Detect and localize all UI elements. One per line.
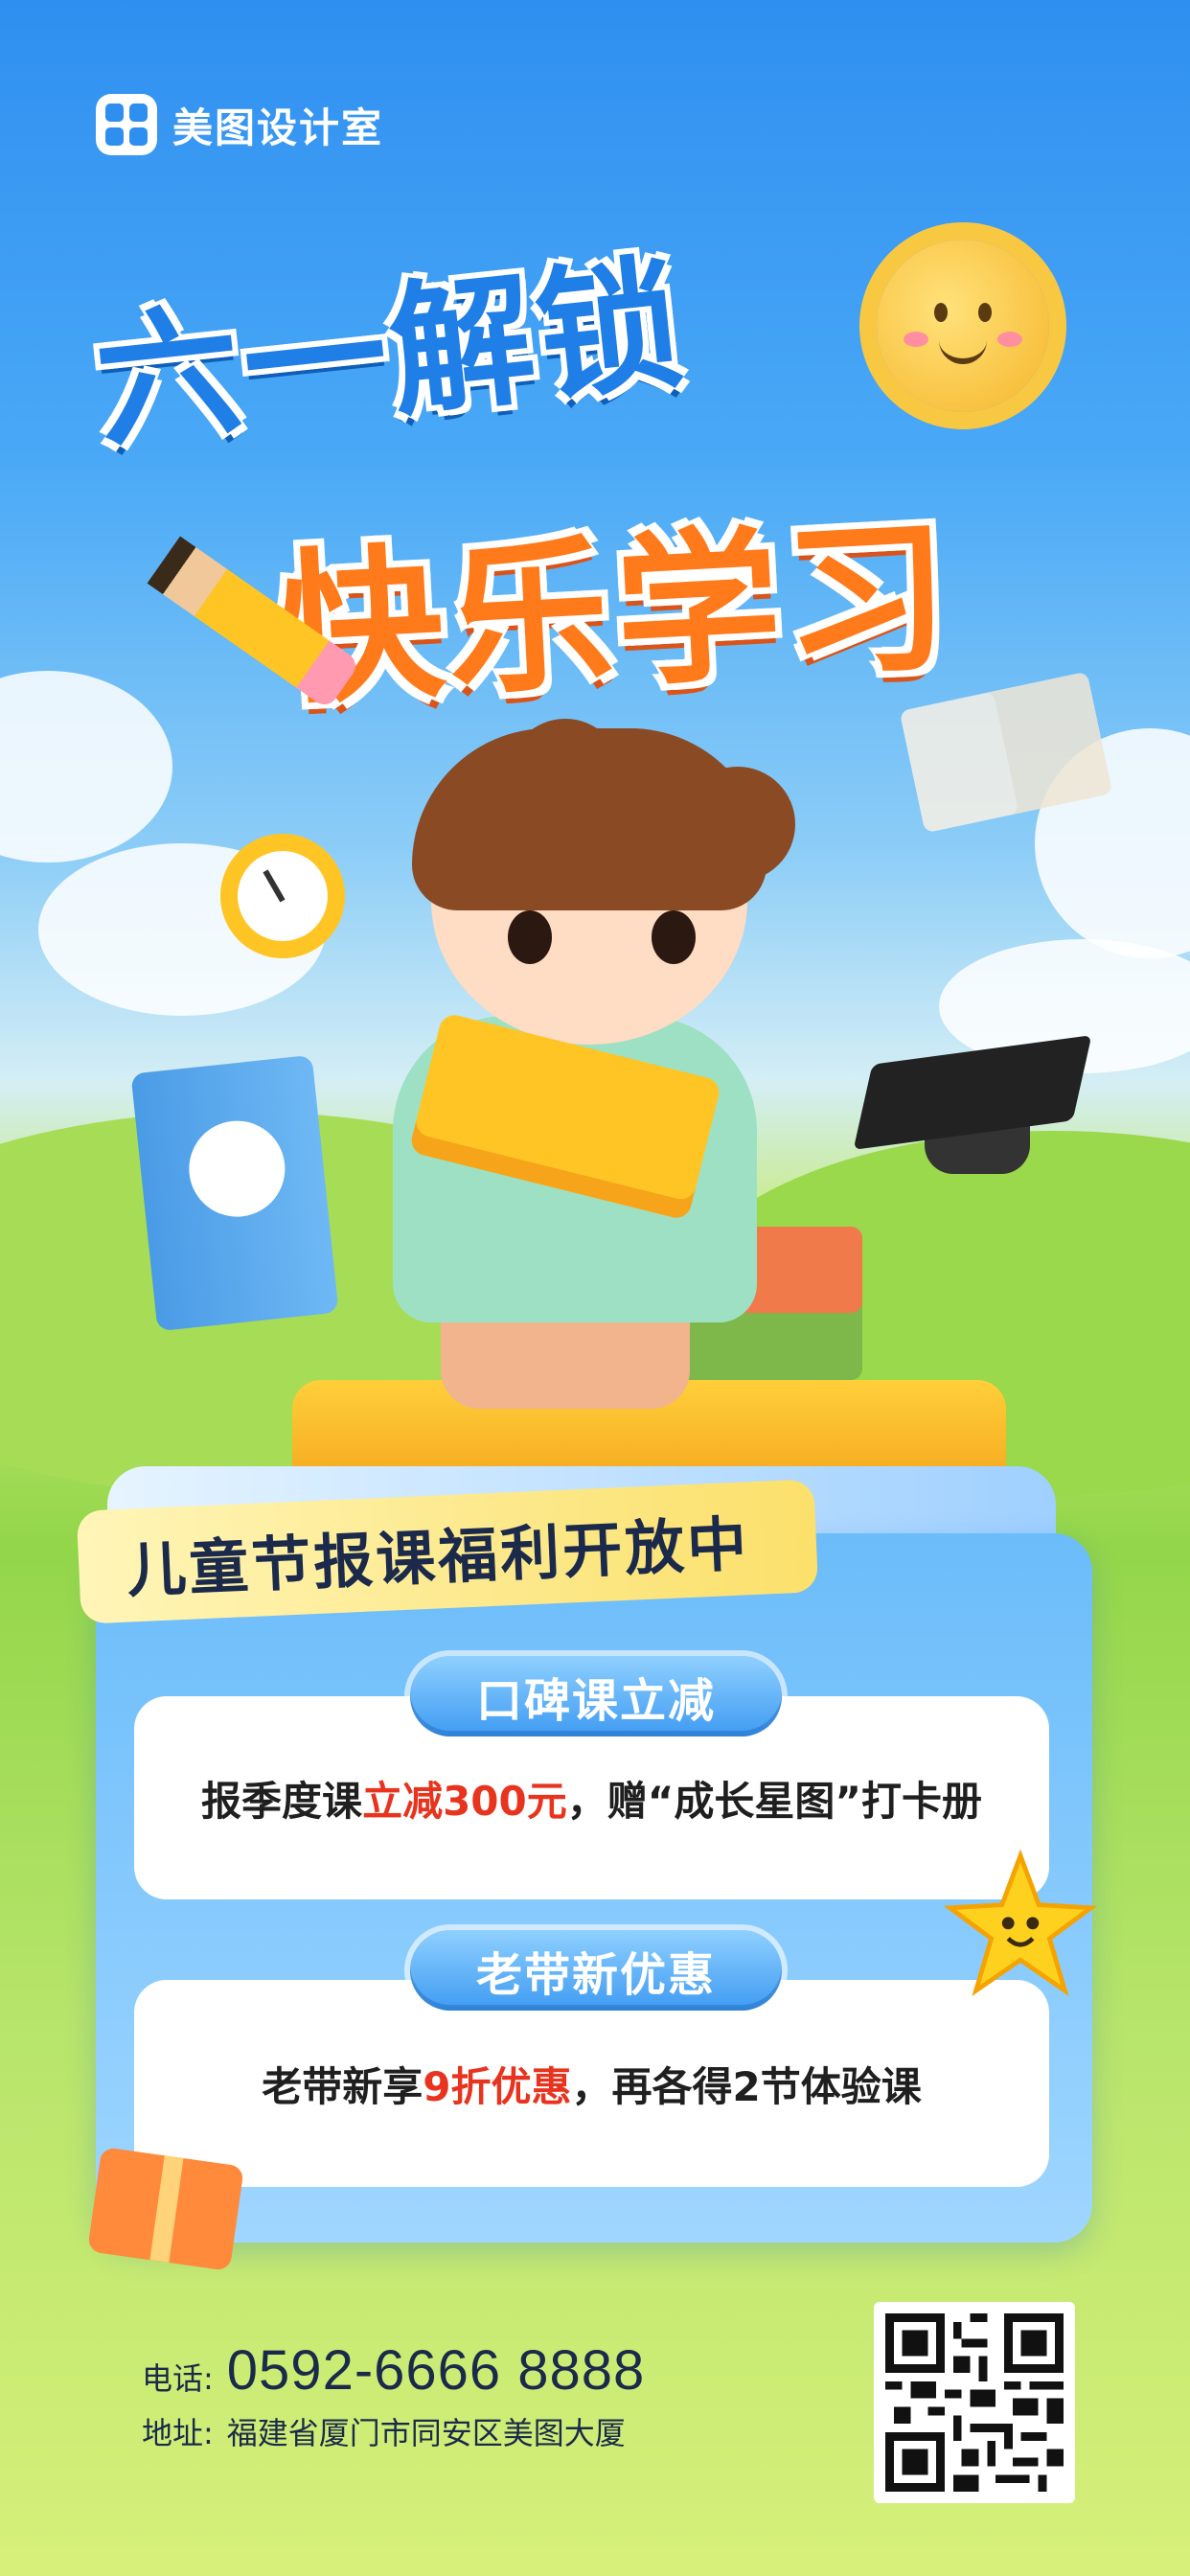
headline-line1: 六一解锁 — [88, 241, 694, 469]
cloud — [0, 671, 172, 862]
offer-tag-2: 老带新优惠 — [410, 1930, 782, 2011]
offer-text-prefix: 老带新享 — [262, 2062, 423, 2110]
address-label: 地址: — [142, 2415, 214, 2451]
meitu-logo-icon — [96, 94, 157, 155]
address-text: 福建省厦门市同安区美图大厦 — [226, 2415, 626, 2451]
poster: 美图设计室 六一解锁 快乐学习 儿童节报课福利开放中 报季度课 立减300元 ，… — [0, 0, 1190, 2576]
brand-logo: 美图设计室 — [96, 94, 383, 155]
address-row: 地址: 福建省厦门市同安区美图大厦 — [142, 2409, 626, 2453]
offer-card-2: 老带新享 9折优惠 ，再各得2节体验课 — [134, 1980, 1049, 2187]
offer-highlight: 立减300元 — [362, 1777, 567, 1825]
girl-illustration — [287, 719, 901, 1457]
headline-line2: 快乐学习 — [274, 499, 958, 728]
sun-icon — [877, 240, 1049, 412]
brand-name: 美图设计室 — [172, 104, 384, 151]
phone-number[interactable]: 0592-6666 8888 — [227, 2338, 646, 2403]
phone-row: 电话: 0592-6666 8888 — [142, 2338, 645, 2403]
offer-text-suffix: ，再各得2节体验课 — [571, 2062, 922, 2110]
offer-tag-1: 口碑课立减 — [410, 1656, 782, 1736]
offer-text-prefix: 报季度课 — [201, 1777, 363, 1825]
offer-text-suffix: ，赠“成长星图”打卡册 — [566, 1777, 982, 1825]
gift-box-icon — [84, 2118, 247, 2271]
phone-label: 电话: — [142, 2360, 214, 2397]
qr-code-icon[interactable] — [874, 2302, 1075, 2503]
offer-highlight: 9折优惠 — [423, 2062, 572, 2110]
star-character-icon — [944, 1850, 1097, 1997]
